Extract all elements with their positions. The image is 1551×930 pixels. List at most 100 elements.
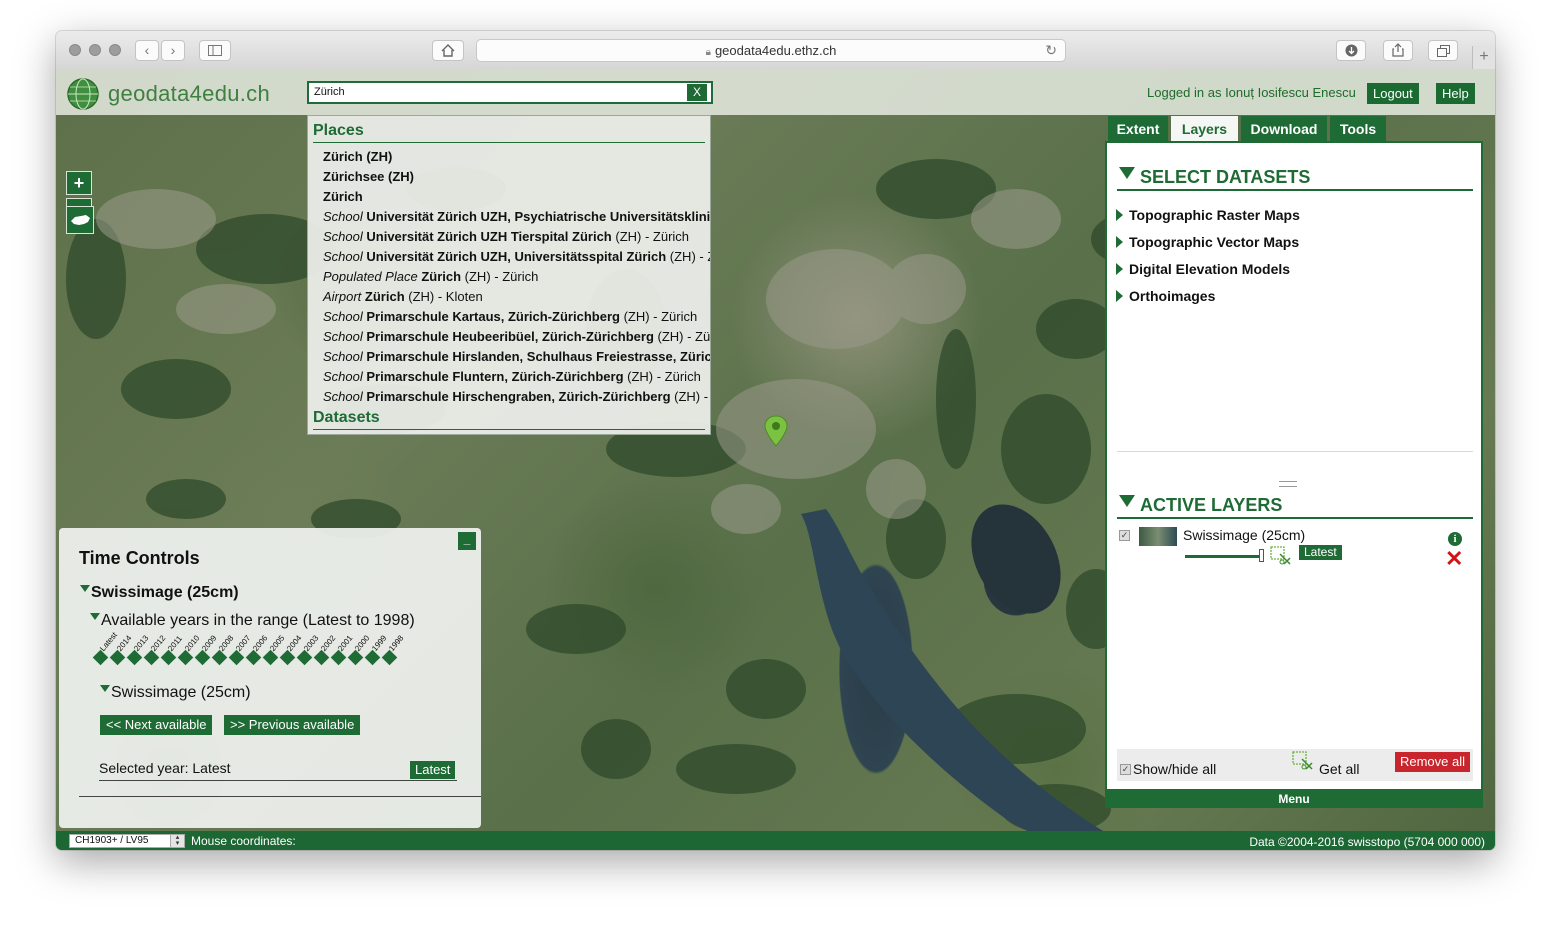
- remove-all-button[interactable]: Remove all: [1394, 752, 1470, 772]
- share-button[interactable]: [1383, 40, 1413, 61]
- place-search-input[interactable]: Zürich X: [307, 81, 713, 104]
- tab-extent[interactable]: Extent: [1108, 116, 1168, 142]
- search-result-item[interactable]: School Primarschule Heubeeribüel, Zürich…: [323, 327, 710, 347]
- year-marker[interactable]: [160, 649, 177, 666]
- remove-layer-icon[interactable]: ✕: [1445, 546, 1463, 572]
- datasets-heading: Datasets: [313, 409, 705, 430]
- year-marker[interactable]: [262, 649, 279, 666]
- result-location: (ZH) - Zürich: [619, 309, 698, 324]
- menu-toggle-button[interactable]: Menu: [1105, 790, 1483, 808]
- dataset-orthoimages[interactable]: Orthoimages: [1116, 288, 1216, 304]
- layer-visibility-checkbox[interactable]: ✓: [1119, 530, 1130, 541]
- select-datasets-header[interactable]: SELECT DATASETS: [1117, 163, 1473, 191]
- zoom-window-button[interactable]: [109, 44, 121, 56]
- tab-layers[interactable]: Layers: [1171, 116, 1238, 142]
- reload-icon[interactable]: ↻: [1045, 40, 1057, 61]
- year-marker[interactable]: [109, 649, 126, 666]
- year-marker[interactable]: [381, 649, 398, 666]
- year-marker[interactable]: [245, 649, 262, 666]
- search-result-item[interactable]: School Primarschule Hirschengraben, Züri…: [323, 387, 710, 407]
- search-result-item[interactable]: Airport Zürich (ZH) - Kloten: [323, 287, 710, 307]
- browser-window: ‹ › 🔒︎ geodata4edu.ethz.ch ↻ + geodata4e…: [56, 31, 1495, 850]
- year-marker[interactable]: [177, 649, 194, 666]
- minimize-window-button[interactable]: [89, 44, 101, 56]
- result-location: (ZH) -: [670, 389, 709, 404]
- layer-year-badge[interactable]: Latest: [1299, 545, 1342, 560]
- home-button[interactable]: [432, 40, 464, 61]
- dataset-topographic-raster-maps[interactable]: Topographic Raster Maps: [1116, 207, 1300, 223]
- year-marker[interactable]: [126, 649, 143, 666]
- back-button[interactable]: ‹: [135, 40, 159, 61]
- collapse-triangle-icon[interactable]: [100, 685, 110, 692]
- new-tab-button[interactable]: +: [1472, 46, 1495, 69]
- year-marker[interactable]: [347, 649, 364, 666]
- result-name: Zürich: [421, 269, 462, 284]
- close-window-button[interactable]: [69, 44, 81, 56]
- collapse-triangle-icon[interactable]: [90, 613, 100, 620]
- minimize-time-controls-button[interactable]: _: [458, 532, 476, 550]
- logout-button[interactable]: Logout: [1367, 83, 1419, 104]
- year-marker[interactable]: [313, 649, 330, 666]
- search-result-item[interactable]: Zürichsee (ZH): [323, 167, 710, 187]
- get-all-label[interactable]: Get all: [1319, 761, 1359, 777]
- location-marker-icon[interactable]: [764, 415, 788, 447]
- year-marker[interactable]: [228, 649, 245, 666]
- dataset-digital-elevation-models[interactable]: Digital Elevation Models: [1116, 261, 1290, 277]
- get-layer-icon[interactable]: [1270, 546, 1294, 566]
- year-marker[interactable]: [211, 649, 228, 666]
- get-all-icon[interactable]: [1292, 751, 1316, 773]
- zoom-to-switzerland-button[interactable]: [66, 206, 94, 234]
- search-result-item[interactable]: School Universität Zürich UZH, Universit…: [323, 247, 710, 267]
- result-location: (ZH) - Zürich: [623, 369, 701, 384]
- resize-grip-icon[interactable]: [1279, 481, 1297, 487]
- search-result-item[interactable]: Zürich: [323, 187, 710, 207]
- result-category: School: [323, 249, 363, 264]
- tab-download[interactable]: Download: [1241, 116, 1327, 142]
- opacity-slider-handle[interactable]: [1259, 549, 1264, 562]
- dataset-label: Orthoimages: [1129, 288, 1216, 304]
- dataset-topographic-vector-maps[interactable]: Topographic Vector Maps: [1116, 234, 1300, 250]
- year-marker[interactable]: [364, 649, 381, 666]
- map-canvas[interactable]: geodata4edu.ch Zürich X Logged in as Ion…: [56, 69, 1495, 850]
- downloads-button[interactable]: [1336, 40, 1366, 61]
- info-icon[interactable]: i: [1448, 532, 1462, 546]
- next-available-button[interactable]: << Next available: [100, 715, 213, 735]
- search-result-item[interactable]: Populated Place Zürich (ZH) - Zürich: [323, 267, 710, 287]
- show-hide-all-checkbox[interactable]: ✓: [1120, 764, 1131, 775]
- result-location: (ZH) - Zü: [653, 329, 711, 344]
- active-layers-header[interactable]: ACTIVE LAYERS: [1117, 491, 1473, 519]
- selected-year-badge[interactable]: Latest: [410, 761, 456, 779]
- search-result-item[interactable]: School Universität Zürich UZH, Psychiatr…: [323, 207, 710, 227]
- year-marker[interactable]: [330, 649, 347, 666]
- year-marker[interactable]: [143, 649, 160, 666]
- address-bar[interactable]: 🔒︎ geodata4edu.ethz.ch ↻: [476, 39, 1066, 62]
- tabs-overview-button[interactable]: [1428, 40, 1458, 61]
- tabs-icon: [1436, 45, 1450, 57]
- search-result-item[interactable]: School Primarschule Kartaus, Zürich-Züri…: [323, 307, 710, 327]
- expand-arrow-icon: [1116, 290, 1123, 302]
- search-result-item[interactable]: School Primarschule Hirslanden, Schulhau…: [323, 347, 710, 367]
- year-marker[interactable]: [279, 649, 296, 666]
- previous-available-button[interactable]: >> Previous available: [224, 715, 361, 735]
- tab-tools[interactable]: Tools: [1330, 116, 1386, 142]
- year-marker[interactable]: [194, 649, 211, 666]
- search-result-item[interactable]: Zürich (ZH): [323, 147, 710, 167]
- available-years-text: Available years in the range (Latest to …: [101, 612, 415, 629]
- sidebar-button[interactable]: [199, 40, 231, 61]
- site-logo-text[interactable]: geodata4edu.ch: [108, 81, 270, 107]
- zoom-in-button[interactable]: +: [66, 171, 92, 195]
- result-name: Primarschule Heubeeribüel, Zürich-Zürich…: [366, 329, 654, 344]
- forward-button[interactable]: ›: [161, 40, 185, 61]
- show-hide-all-label[interactable]: Show/hide all: [1133, 761, 1216, 777]
- search-result-item[interactable]: School Universität Zürich UZH Tierspital…: [323, 227, 710, 247]
- collapse-triangle-icon[interactable]: [80, 585, 90, 592]
- crs-select[interactable]: CH1903+ / LV95 ▴ ▾: [69, 834, 185, 848]
- opacity-slider-track[interactable]: [1185, 555, 1263, 558]
- clear-search-button[interactable]: X: [687, 84, 707, 101]
- search-result-item[interactable]: School Primarschule Fluntern, Zürich-Zür…: [323, 367, 710, 387]
- help-button[interactable]: Help: [1436, 83, 1475, 104]
- dataset-label: Topographic Vector Maps: [1129, 234, 1300, 250]
- year-marker[interactable]: [296, 649, 313, 666]
- download-icon: [1345, 44, 1357, 57]
- year-marker[interactable]: [92, 649, 109, 666]
